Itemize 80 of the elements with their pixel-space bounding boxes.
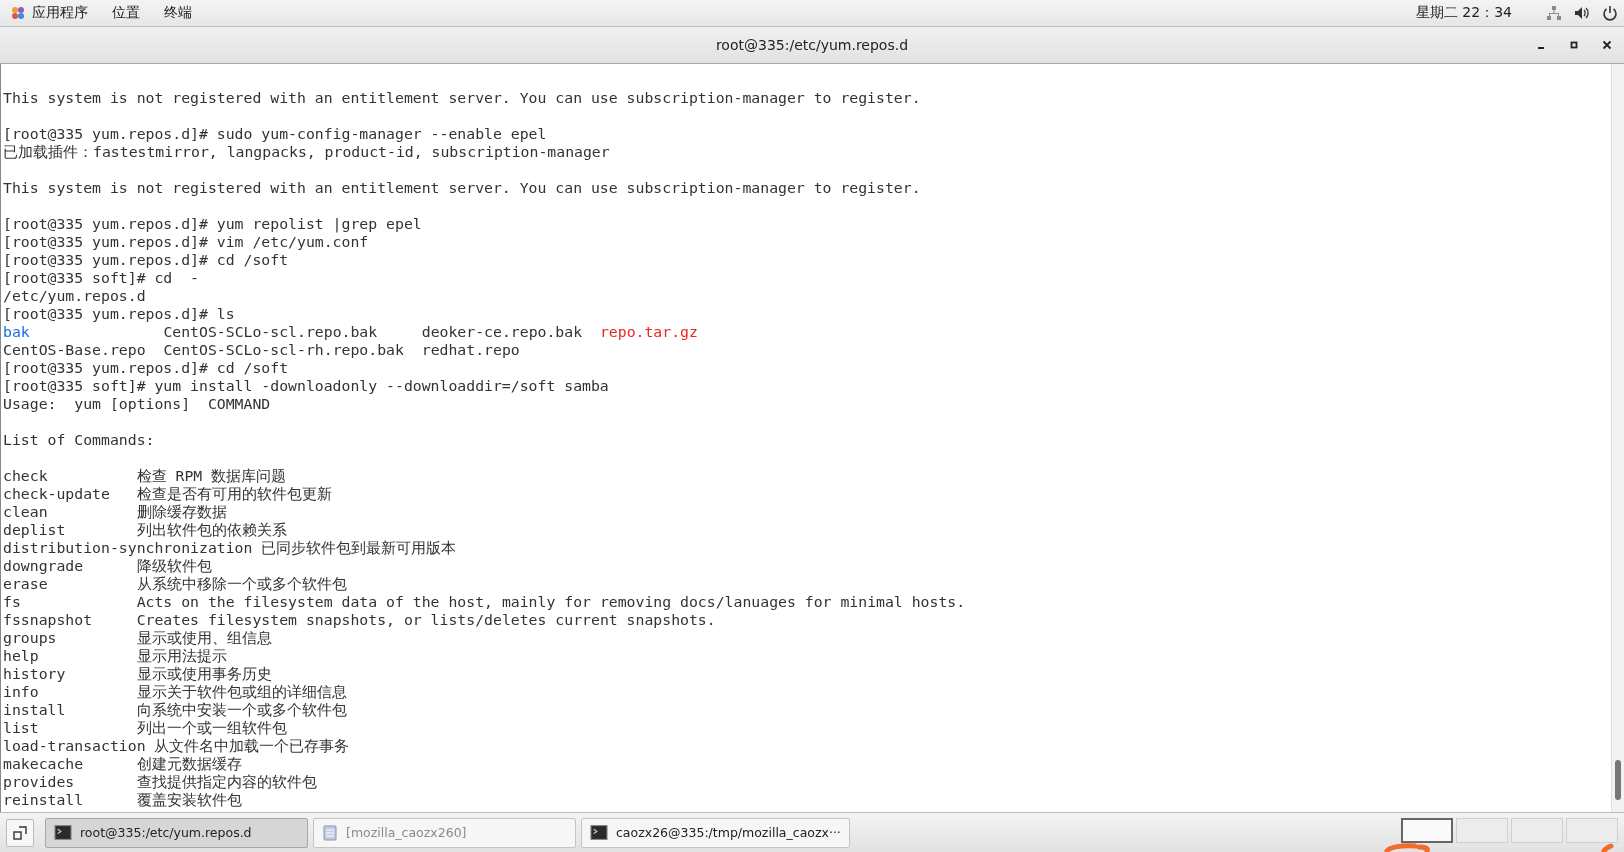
terminal-line: [root@335 yum.repos.d]# vim /etc/yum.conf [3, 233, 369, 250]
command-name: erase [3, 575, 48, 592]
command-name: check [3, 467, 48, 484]
command-name: deplist [3, 521, 66, 538]
command-name: provides [3, 773, 75, 790]
command-description: 列出一个或一组软件包 [136, 719, 287, 736]
command-description: 降级软件包 [136, 557, 212, 574]
clock[interactable]: 星期二 22：34 [1415, 4, 1512, 22]
command-description: 覆盖安装软件包 [136, 791, 242, 808]
command-name: groups [3, 629, 57, 646]
terminal-line: [root@335 yum.repos.d]# ls [3, 305, 235, 322]
command-name: downgrade [3, 557, 84, 574]
terminal-line: [root@335 yum.repos.d]# sudo yum-config-manager --enable epel [3, 125, 547, 142]
command-description: 向系统中安装一个或多个软件包 [136, 701, 347, 718]
command-name: fs [3, 593, 21, 610]
volume-icon[interactable] [1574, 5, 1590, 21]
command-description: 列出软件包的依赖关系 [136, 521, 287, 538]
command-description: 显示关于软件包或组的详细信息 [136, 683, 347, 700]
command-description: Creates filesystem snapshots, or lists/deletes current snapshots. [136, 611, 716, 628]
windows-icon [13, 825, 27, 840]
file-name: CentOS-SCLo-scl-rh.repo.bak [163, 341, 404, 358]
power-icon[interactable] [1602, 5, 1618, 21]
command-name: install [3, 701, 66, 718]
terminal-line: Usage: yum [options] COMMAND [3, 395, 271, 412]
workspace-thumbnail[interactable] [1401, 818, 1453, 843]
file-name: deoker-ce.repo.bak [421, 323, 583, 340]
file-name: CentOS-Base.repo [3, 341, 146, 358]
command-description: 显示用法提示 [136, 647, 227, 664]
command-name: check-update [3, 485, 110, 502]
command-name: info [3, 683, 39, 700]
terminal-line: [root@335 soft]# yum install -downloadonly --downloaddir=/soft samba [3, 377, 609, 394]
terminal-line: /etc/yum.repos.d [3, 287, 146, 304]
command-description: Acts on the filesystem data of the host, mainly for removing docs/lanuages for minimal hosts. [136, 593, 966, 610]
command-description: 创建元数据缓存 [136, 755, 242, 772]
file-name: redhat.repo [421, 341, 520, 358]
command-description: 检查是否有可用的软件包更新 [136, 485, 332, 502]
command-name: load-transaction [3, 737, 146, 754]
window-title: root@335:/etc/yum.repos.d [715, 37, 909, 53]
command-description: 已同步软件包到最新可用版本 [261, 539, 457, 556]
command-description: 显示或使用事务历史 [136, 665, 272, 682]
scrollbar[interactable] [1611, 64, 1624, 812]
command-name: clean [3, 503, 48, 520]
command-description: 检查 RPM 数据库问题 [136, 467, 287, 484]
task-button[interactable]: caozx26@335:/tmp/mozilla_caozx··· [581, 817, 850, 848]
terminal-icon [590, 825, 608, 840]
terminal-line: [root@335 yum.repos.d]# cd /soft [3, 251, 289, 268]
terminal-line: [root@335 yum.repos.d]# yum repolist |grep epel [3, 215, 422, 232]
terminal-line: This system is not registered with an entitlement server. You can use subscription-manager to register. [3, 89, 921, 106]
terminal-icon [54, 825, 72, 840]
command-description: 从系统中移除一个或多个软件包 [136, 575, 347, 592]
maximize-icon[interactable] [1569, 40, 1579, 50]
task-button[interactable]: root@335:/etc/yum.repos.d [45, 817, 308, 848]
top-menu[interactable]: 终端 [164, 4, 192, 22]
command-name: list [3, 719, 39, 736]
document-icon [322, 824, 338, 841]
command-description: 显示或使用、组信息 [136, 629, 272, 646]
command-description: 从文件名中加载一个已存事务 [154, 737, 350, 754]
show-desktop-button[interactable] [6, 818, 34, 847]
terminal-line: List of Commands: [3, 431, 155, 448]
command-name: history [3, 665, 66, 682]
top-menu[interactable]: 应用程序 [32, 4, 88, 22]
command-description: 查找提供指定内容的软件包 [136, 773, 317, 790]
apps-icon[interactable] [10, 5, 26, 21]
command-description: 删除缓存数据 [136, 503, 227, 520]
terminal-line: [root@335 soft]# cd - [3, 269, 199, 286]
file-name: repo.tar.gz [599, 323, 698, 340]
file-name: bak [3, 323, 30, 340]
command-name: reinstall [3, 791, 84, 808]
command-name: distribution-synchronization [3, 539, 253, 556]
close-icon[interactable] [1602, 40, 1612, 50]
command-name: makecache [3, 755, 84, 772]
file-name: CentOS-SCLo-scl.repo.bak [163, 323, 378, 340]
terminal-line: 已加载插件：fastestmirror, langpacks, product-id, subscription-manager [3, 143, 610, 160]
scrollbar-thumb[interactable] [1615, 760, 1621, 800]
terminal-line: [root@335 yum.repos.d]# cd /soft [3, 359, 289, 376]
top-menu[interactable]: 位置 [112, 4, 140, 22]
terminal-line: This system is not registered with an entitlement server. You can use subscription-manager to register. [3, 179, 921, 196]
command-name: help [3, 647, 39, 664]
command-name: fssnapshot [3, 611, 93, 628]
network-icon[interactable] [1546, 5, 1562, 21]
